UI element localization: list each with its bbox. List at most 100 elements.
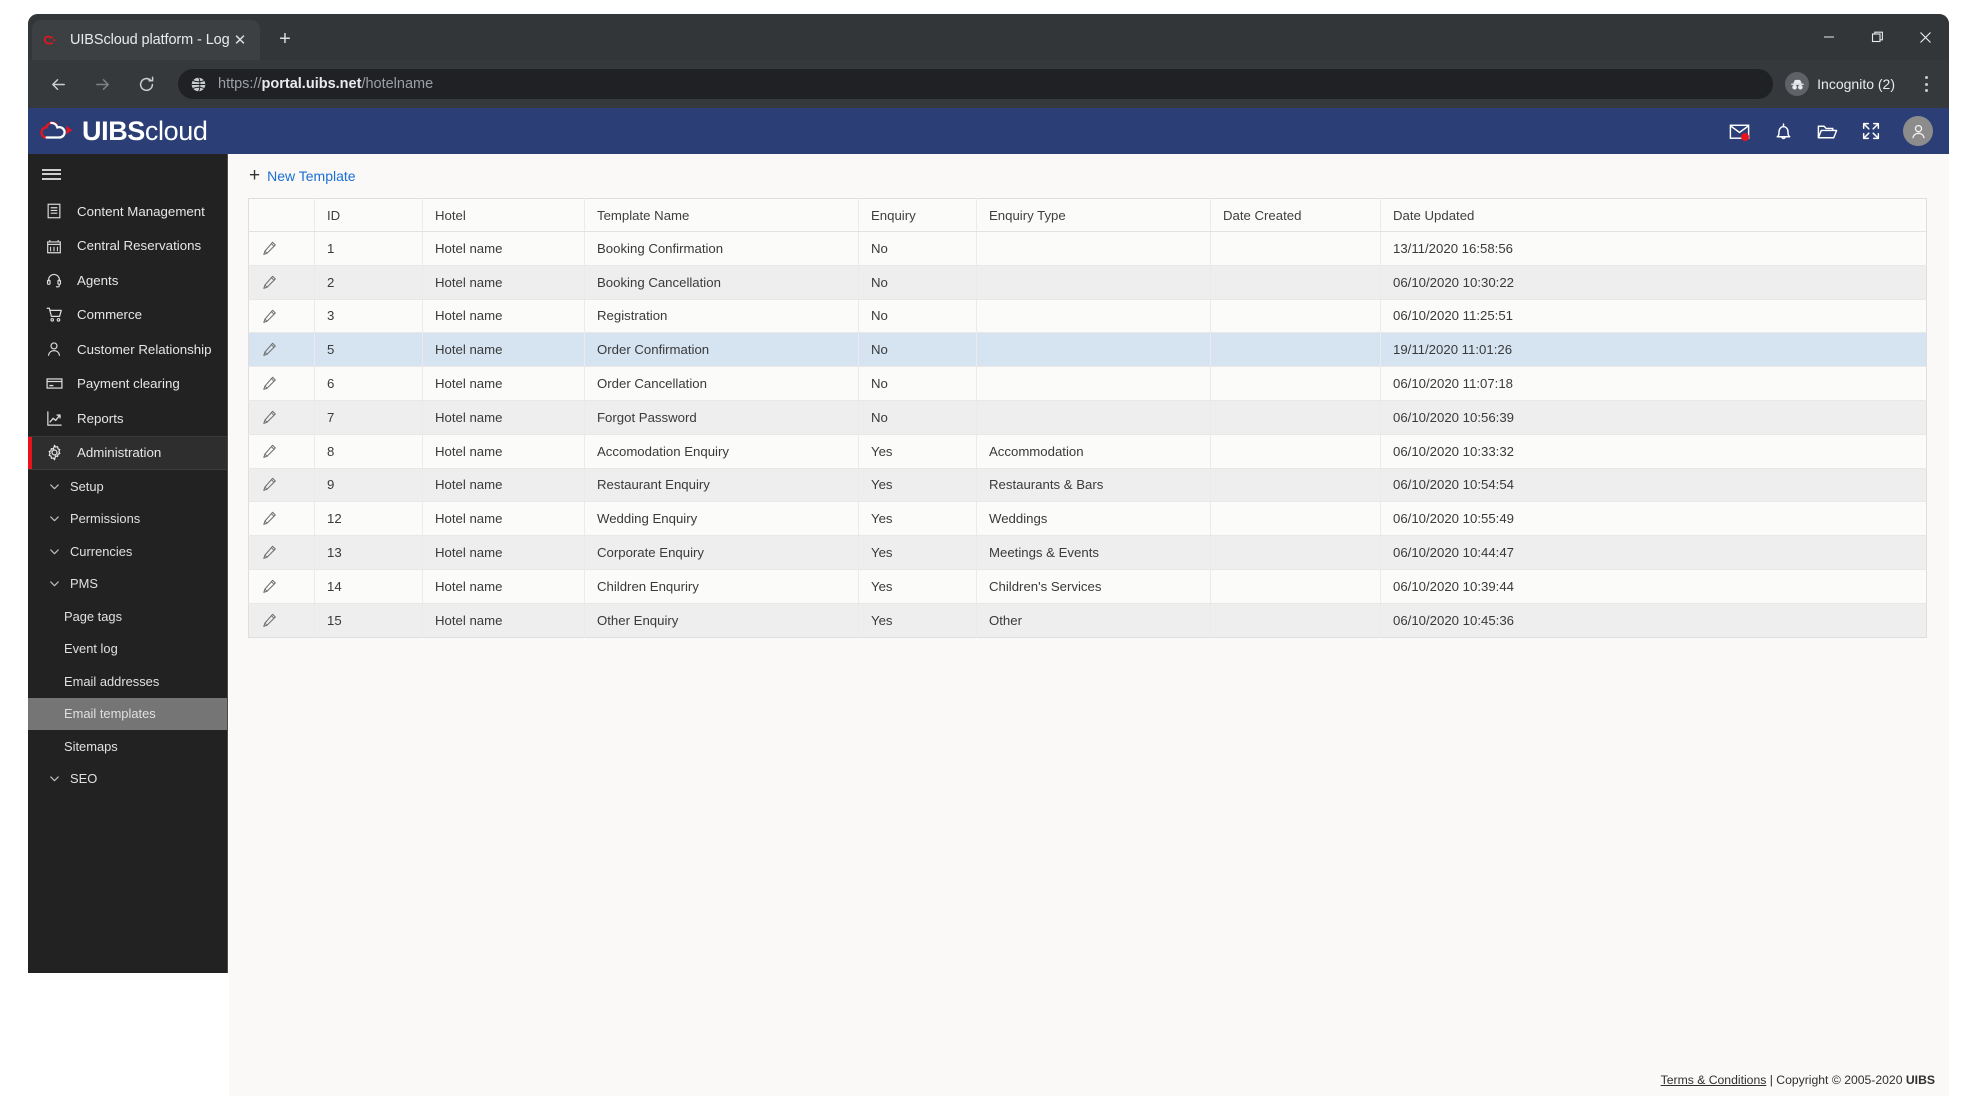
cell-id: 9 [314,468,423,503]
new-template-button[interactable]: + New Template [249,166,356,185]
sidebar-item-label: Content Management [77,203,205,219]
sidebar-item-agents[interactable]: Agents [28,263,227,298]
edit-pencil-icon[interactable] [248,231,315,266]
cell-template-name: Corporate Enquiry [584,535,859,570]
sidebar-item-label: Reports [77,410,124,426]
sidebar-subitem-label: Setup [70,478,104,494]
edit-pencil-icon[interactable] [248,535,315,570]
cell-template-name: Restaurant Enquiry [584,468,859,503]
sidebar-subitem-sitemaps[interactable]: Sitemaps [28,730,227,763]
incognito-badge[interactable]: Incognito (2) [1779,69,1907,99]
sidebar-subitem-page-tags[interactable]: Page tags [28,600,227,633]
fullscreen-icon[interactable] [1849,108,1893,154]
address-bar[interactable]: https://portal.uibs.net/hotelname [178,69,1774,99]
column-header-hotel[interactable]: Hotel [422,198,585,232]
logo-brand-bold: UIBS [82,115,145,146]
sidebar-item-administration[interactable]: Administration [28,435,227,470]
back-arrow-icon[interactable] [41,67,75,101]
sidebar-subitem-permissions[interactable]: Permissions [28,503,227,536]
incognito-icon [1785,72,1810,96]
cell-enquiry-type: Accommodation [976,434,1211,469]
column-header-template-name[interactable]: Template Name [584,198,859,232]
browser-tab[interactable]: UIBScloud platform - Login ✕ [32,20,260,60]
table-row[interactable]: 2 Hotel name Booking Cancellation No 06/10/2… [248,265,1927,300]
kebab-menu-icon[interactable] [1911,67,1941,101]
sidebar-item-content-management[interactable]: Content Management [28,194,227,229]
sidebar-subitem-pms[interactable]: PMS [28,568,227,601]
terms-and-conditions-link[interactable]: Terms & Conditions [1661,1073,1767,1087]
maximize-icon[interactable] [1853,14,1901,60]
sidebar-item-customer-relationship[interactable]: Customer Relationship [28,332,227,367]
column-header-enquiry[interactable]: Enquiry [858,198,977,232]
cell-hotel: Hotel name [422,535,585,570]
sidebar-subitem-currencies[interactable]: Currencies [28,535,227,568]
cell-id: 7 [314,400,423,435]
reload-icon[interactable] [129,67,163,101]
user-avatar[interactable] [1903,116,1933,146]
folder-icon[interactable] [1805,108,1849,154]
table-row[interactable]: 6 Hotel name Order Cancellation No 06/10/202… [248,366,1927,401]
close-icon[interactable] [1901,14,1949,60]
cell-hotel: Hotel name [422,501,585,537]
messages-icon[interactable] [1717,108,1761,154]
address-text: https://portal.uibs.net/hotelname [218,76,433,92]
table-row[interactable]: 14 Hotel name Children Enquriry Yes Children… [248,569,1927,604]
headset-icon [42,269,66,291]
sidebar-subitem-email-addresses[interactable]: Email addresses [28,665,227,698]
cell-hotel: Hotel name [422,434,585,469]
sidebar-subitem-event-log[interactable]: Event log [28,633,227,666]
column-header-id[interactable]: ID [314,198,423,232]
edit-pencil-icon[interactable] [248,332,315,368]
close-icon[interactable]: ✕ [230,30,250,50]
sidebar-item-payment-clearing[interactable]: Payment clearing [28,367,227,402]
sidebar-subitem-seo[interactable]: SEO [28,763,227,796]
sidebar-subitem-setup[interactable]: Setup [28,470,227,503]
table-row[interactable]: 9 Hotel name Restaurant Enquiry Yes Restaura… [248,468,1927,503]
table-row[interactable]: 15 Hotel name Other Enquiry Yes Other 06/10/2… [248,603,1927,638]
table-row[interactable]: 1 Hotel name Booking Confirmation No 13/11/2… [248,231,1927,266]
edit-pencil-icon[interactable] [248,366,315,401]
app-logo[interactable]: UIBScloud [40,108,208,154]
table-header: ID Hotel Template Name Enquiry Enquiry T… [248,198,1927,232]
sidebar-toggle-icon[interactable] [28,154,227,194]
cell-date-updated: 06/10/2020 10:55:49 [1380,501,1927,537]
column-header-enquiry-type[interactable]: Enquiry Type [976,198,1211,232]
edit-pencil-icon[interactable] [248,501,315,537]
cell-hotel: Hotel name [422,603,585,638]
sidebar: Content Management Central Reservations [28,154,228,973]
notifications-icon[interactable] [1761,108,1805,154]
forward-arrow-icon[interactable] [85,67,119,101]
edit-pencil-icon[interactable] [248,603,315,638]
minimize-icon[interactable] [1805,14,1853,60]
edit-pencil-icon[interactable] [248,434,315,469]
app-header: UIBScloud [28,108,1949,154]
table-row[interactable]: 3 Hotel name Registration No 06/10/2020 11:2… [248,299,1927,334]
edit-pencil-icon[interactable] [248,400,315,435]
new-tab-button[interactable]: + [272,27,298,53]
sidebar-item-reports[interactable]: Reports [28,401,227,436]
sidebar-item-commerce[interactable]: Commerce [28,298,227,333]
table-row[interactable]: 13 Hotel name Corporate Enquiry Yes Meetings… [248,535,1927,570]
column-header-actions[interactable] [248,198,315,232]
sidebar-subitem-label: SEO [70,771,98,787]
edit-pencil-icon[interactable] [248,569,315,604]
column-header-date-created[interactable]: Date Created [1210,198,1381,232]
edit-pencil-icon[interactable] [248,299,315,334]
edit-pencil-icon[interactable] [248,265,315,300]
table-header-row: ID Hotel Template Name Enquiry Enquiry T… [248,198,1927,232]
sidebar-item-central-reservations[interactable]: Central Reservations [28,229,227,264]
browser-toolbar: https://portal.uibs.net/hotelname Incogn… [28,60,1949,108]
table-row[interactable]: 5 Hotel name Order Confirmation No 19/11/202… [248,332,1927,368]
cell-enquiry-type [976,400,1211,435]
table-row[interactable]: 12 Hotel name Wedding Enquiry Yes Weddings 06… [248,501,1927,537]
table-row[interactable]: 7 Hotel name Forgot Password No 06/10/2020 1… [248,400,1927,435]
footer: Terms & Conditions | Copyright © 2005-20… [1661,1073,1935,1087]
sidebar-subitem-label: Email templates [64,706,156,722]
cell-id: 8 [314,434,423,469]
column-header-date-updated[interactable]: Date Updated [1380,198,1927,232]
sidebar-subitem-email-templates[interactable]: Email templates [28,697,227,730]
edit-pencil-icon[interactable] [248,468,315,503]
table-row[interactable]: 8 Hotel name Accomodation Enquiry Yes Accomm… [248,434,1927,469]
chevron-down-icon [44,574,64,594]
cell-date-updated: 06/10/2020 10:39:44 [1380,569,1927,604]
